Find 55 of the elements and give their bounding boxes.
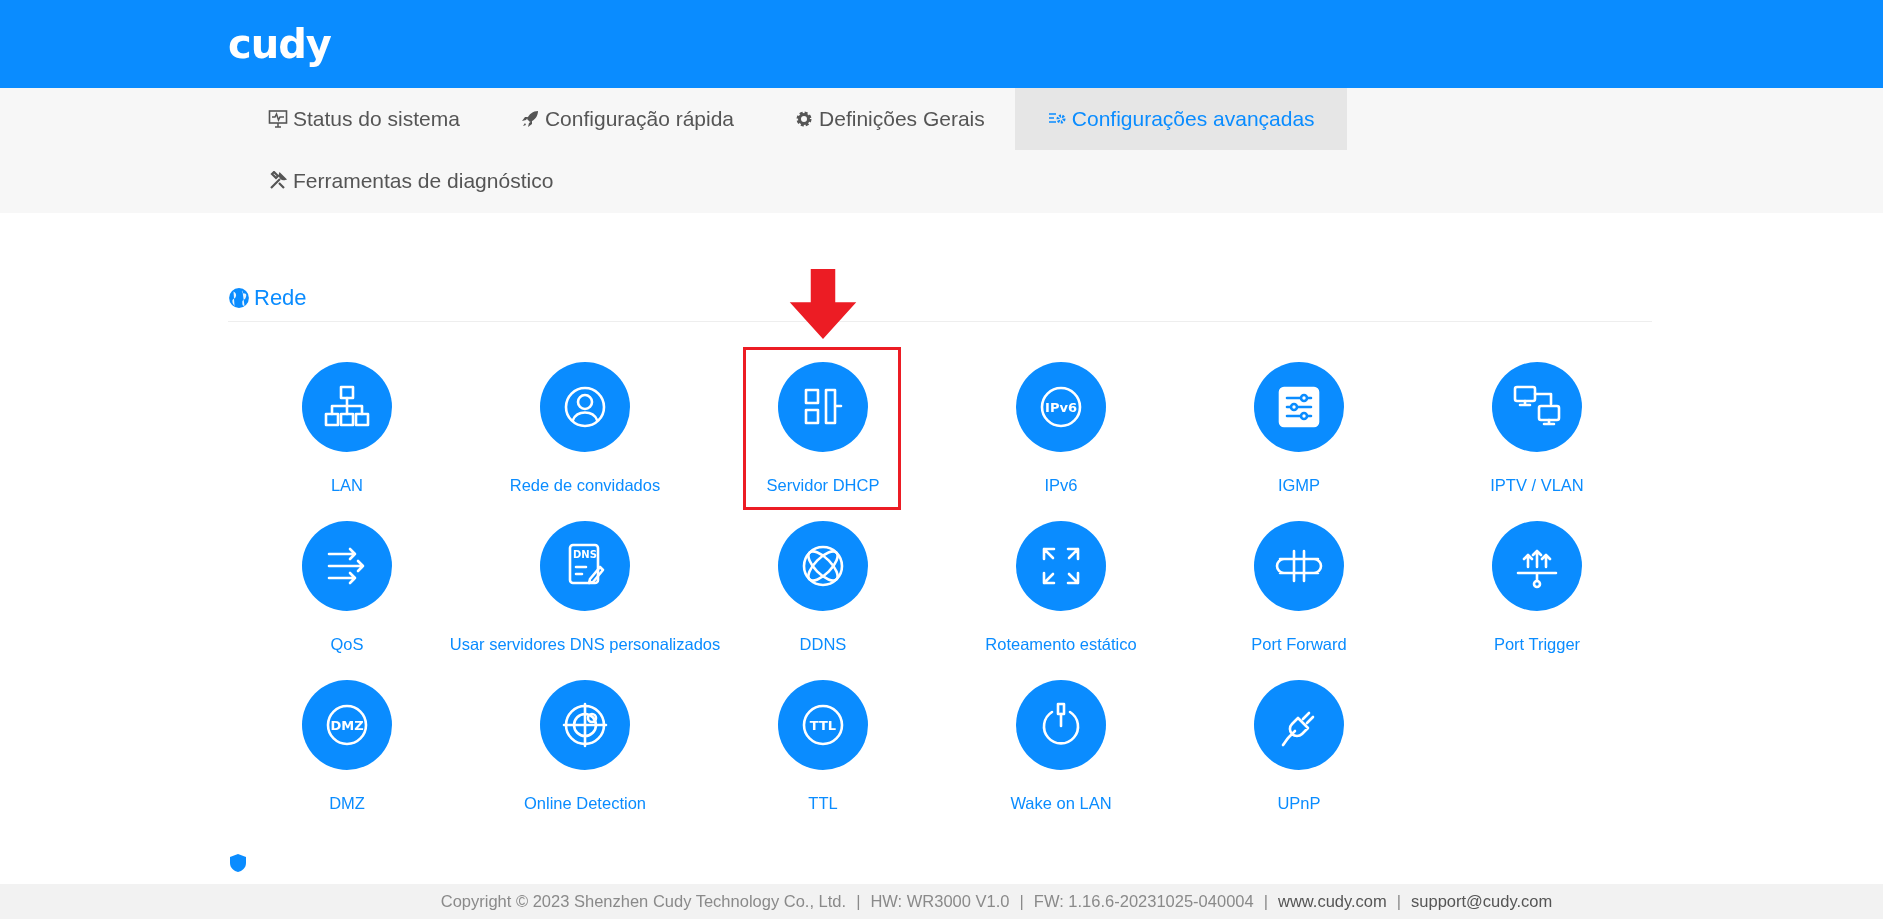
ports-icon <box>1254 521 1344 611</box>
footer-text: HW: WR3000 V1.0 <box>870 892 1010 911</box>
user-circle-icon <box>540 362 630 452</box>
footer-text: Copyright © 2023 Shenzhen Cudy Technology Co., Ltd. <box>440 892 847 911</box>
feature-link[interactable]: Servidor DHCP <box>766 362 880 521</box>
feature-link[interactable]: DNS Usar servidores DNS personalizados <box>449 521 721 680</box>
sliders-icon <box>1254 362 1344 452</box>
expand-arrows-icon <box>1016 521 1106 611</box>
separator: | <box>1263 892 1268 911</box>
feature-link[interactable]: UPnP <box>1254 680 1344 839</box>
section-title: Rede <box>254 285 307 311</box>
monitor-icon <box>268 109 288 129</box>
radar-icon <box>540 680 630 770</box>
badge-icon: DMZ <box>302 680 392 770</box>
feature-link[interactable]: Port Forward <box>1251 521 1347 680</box>
rocket-icon <box>519 109 540 129</box>
separator: | <box>856 892 861 911</box>
feature-link[interactable]: LAN <box>302 362 392 521</box>
tab[interactable]: Configuração rápida <box>489 88 765 150</box>
separator: | <box>1019 892 1024 911</box>
power-icon <box>1016 680 1106 770</box>
document-pen-icon: DNS <box>540 521 630 611</box>
tab[interactable]: Definições Gerais <box>764 88 1015 150</box>
feature-link[interactable]: Roteamento estático <box>985 521 1137 680</box>
feature-link[interactable]: Wake on LAN <box>1010 680 1112 839</box>
upload-arrows-icon <box>1492 521 1582 611</box>
tools-icon <box>268 171 288 191</box>
network-icon <box>302 362 392 452</box>
footer-text: FW: 1.16.6-20231025-040004 <box>1033 892 1254 911</box>
tab[interactable]: Status do sistema <box>238 88 490 150</box>
badge-icon: TTL <box>778 680 868 770</box>
feature-link[interactable]: Rede de convidados <box>509 362 661 521</box>
blocks-icon <box>778 362 868 452</box>
feature-link[interactable]: Online Detection <box>524 680 646 839</box>
monitors-icon <box>1492 362 1582 452</box>
feature-link[interactable]: DDNS <box>778 521 868 680</box>
feature-link[interactable]: TTL TTL <box>778 680 868 839</box>
feature-link[interactable]: Port Trigger <box>1492 521 1582 680</box>
footer-link[interactable]: support@cudy.com <box>1411 892 1553 911</box>
logo[interactable]: cudy <box>228 21 331 67</box>
globe-icon <box>228 287 250 309</box>
feature-link[interactable]: DMZ DMZ <box>302 680 392 839</box>
shield-icon <box>228 853 248 873</box>
feature-link[interactable]: QoS <box>302 521 392 680</box>
feature-link[interactable]: IPTV / VLAN <box>1490 362 1584 521</box>
tab[interactable]: Configurações avançadas <box>1014 88 1347 150</box>
separator: | <box>1396 892 1402 911</box>
feature-link[interactable]: IGMP <box>1254 362 1344 521</box>
arrows-icon <box>302 521 392 611</box>
footer-link[interactable]: www.cudy.com <box>1277 892 1387 911</box>
tab[interactable]: Ferramentas de diagnóstico <box>238 150 584 212</box>
feature-link[interactable]: IPv6 IPv6 <box>1016 362 1106 521</box>
badge-icon: IPv6 <box>1016 362 1106 452</box>
globe-icon <box>778 521 868 611</box>
plug-icon <box>1254 680 1344 770</box>
